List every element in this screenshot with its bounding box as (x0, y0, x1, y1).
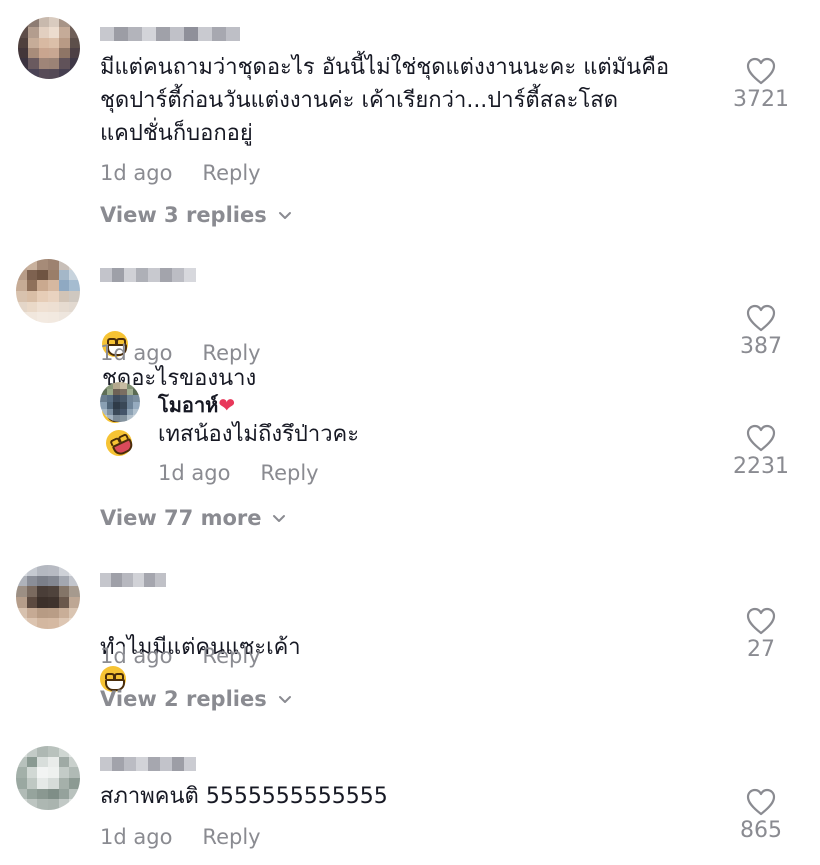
username-pixelated[interactable] (100, 757, 196, 771)
comment-time: 1d ago (100, 644, 173, 668)
chevron-down-icon (278, 696, 291, 703)
chevron-down-icon (278, 212, 291, 219)
heart-outline-icon (746, 607, 776, 635)
username-pixelated[interactable] (100, 268, 196, 282)
username-pixelated[interactable] (100, 27, 240, 41)
like-button[interactable]: 865 (721, 788, 801, 843)
like-count: 27 (747, 637, 775, 662)
like-button[interactable]: 3721 (721, 57, 801, 112)
reply-reply-button[interactable]: Reply (260, 461, 318, 485)
comment-meta: 1d ago Reply (100, 644, 291, 668)
like-count: 3721 (733, 87, 789, 112)
like-count: 865 (740, 818, 782, 843)
pink-heart-icon: ❤ (218, 393, 236, 417)
reply-text: เทสน้องไม่ถึงรึป่าวคะ (158, 422, 360, 447)
avatar[interactable] (16, 565, 80, 629)
comment-time: 1d ago (100, 825, 173, 849)
reply-button[interactable]: Reply (202, 644, 260, 668)
rofl-emoji-icon (101, 425, 137, 461)
view-replies-button[interactable]: View 3 replies (100, 203, 293, 227)
avatar[interactable] (16, 259, 80, 323)
comment-time: 1d ago (100, 161, 173, 185)
avatar[interactable] (16, 746, 80, 810)
view-replies-label: View 3 replies (100, 203, 267, 227)
comment-text: มีแต่คนถามว่าชุดอะไร อันนี้ไม่ใช่ชุดแต่ง… (100, 55, 670, 146)
view-more-button[interactable]: View 77 more (100, 506, 287, 530)
heart-outline-icon (746, 304, 776, 332)
like-button[interactable]: 387 (721, 304, 801, 359)
reply-like-button[interactable]: 2231 (721, 424, 801, 479)
comment-meta: 1d ago Reply (100, 825, 291, 849)
reply-username-text: โมอาห์ (158, 393, 219, 417)
reply-meta: 1d ago Reply (158, 461, 349, 485)
avatar[interactable] (18, 17, 80, 79)
reply-avatar[interactable] (100, 382, 140, 422)
username-pixelated[interactable] (100, 573, 166, 587)
view-replies-label: View 2 replies (100, 687, 267, 711)
heart-outline-icon (746, 57, 776, 85)
view-more-label: View 77 more (100, 506, 262, 530)
comment-meta: 1d ago Reply (100, 341, 291, 365)
reply-username[interactable]: โมอาห์❤ (158, 389, 235, 421)
comment-text: สภาพคนติ 5555555555555 (100, 784, 388, 809)
like-count: 387 (740, 334, 782, 359)
chevron-down-icon (273, 515, 286, 522)
like-button[interactable]: 27 (721, 607, 801, 662)
reply-button[interactable]: Reply (202, 825, 260, 849)
comment-time: 1d ago (100, 341, 173, 365)
reply-button[interactable]: Reply (202, 341, 260, 365)
view-replies-button[interactable]: View 2 replies (100, 687, 293, 711)
comment-meta: 1d ago Reply (100, 161, 291, 185)
reply-time: 1d ago (158, 461, 231, 485)
heart-outline-icon (746, 788, 776, 816)
heart-outline-icon (746, 424, 776, 452)
like-count: 2231 (733, 454, 789, 479)
reply-button[interactable]: Reply (202, 161, 260, 185)
